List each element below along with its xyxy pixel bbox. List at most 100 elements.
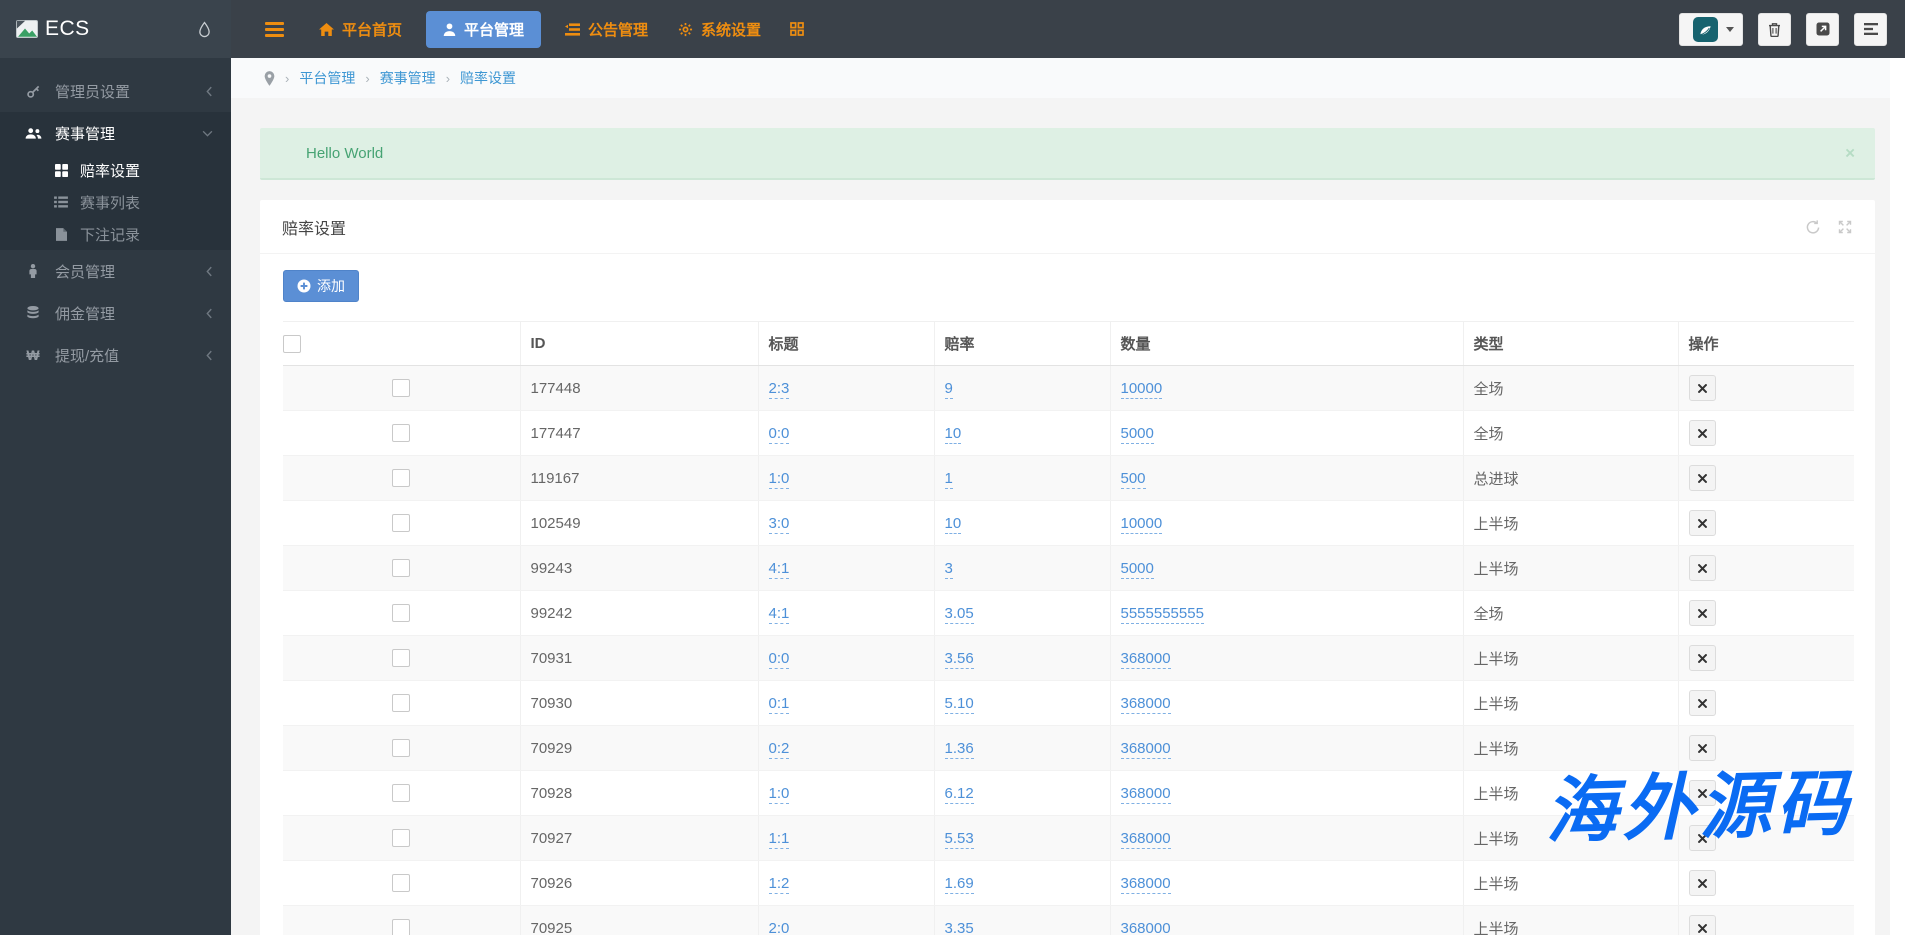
grid-apps-icon[interactable] bbox=[776, 22, 818, 36]
delete-button[interactable] bbox=[1688, 645, 1716, 671]
delete-button[interactable] bbox=[1688, 555, 1716, 581]
sidebar-subitem-match-list[interactable]: 赛事列表 bbox=[0, 186, 231, 218]
sidebar-item-label: 管理员设置 bbox=[55, 83, 131, 101]
delete-button[interactable] bbox=[1688, 780, 1716, 806]
browser-logo-icon bbox=[1692, 16, 1718, 42]
delete-button[interactable] bbox=[1688, 870, 1716, 896]
delete-button[interactable] bbox=[1688, 510, 1716, 536]
delete-button[interactable] bbox=[1688, 420, 1716, 446]
odds-editable-link[interactable]: 5.53 bbox=[944, 829, 974, 849]
odds-editable-link[interactable]: 6.12 bbox=[944, 784, 974, 804]
odds-editable-link[interactable]: 10 bbox=[944, 424, 962, 444]
title-editable-link[interactable]: 0:0 bbox=[768, 649, 790, 669]
delete-button[interactable] bbox=[1688, 465, 1716, 491]
row-checkbox[interactable] bbox=[392, 874, 411, 893]
expand-icon[interactable] bbox=[1837, 219, 1853, 235]
tab-announcement-management[interactable]: 公告管理 bbox=[550, 0, 663, 58]
breadcrumb-link-platform-management[interactable]: 平台管理 bbox=[299, 68, 355, 88]
delete-button[interactable] bbox=[1688, 690, 1716, 716]
title-editable-link[interactable]: 1:1 bbox=[768, 829, 790, 849]
sidebar-item-match-management[interactable]: 赛事管理 bbox=[0, 112, 231, 154]
row-checkbox[interactable] bbox=[392, 469, 411, 488]
delete-button[interactable] bbox=[1688, 915, 1716, 935]
row-checkbox[interactable] bbox=[392, 919, 411, 935]
tab-system-settings[interactable]: 系统设置 bbox=[663, 0, 776, 58]
quantity-editable-link[interactable]: 10000 bbox=[1120, 379, 1163, 399]
title-editable-link[interactable]: 4:1 bbox=[768, 604, 790, 624]
sidebar-subitem-odds-settings[interactable]: 赔率设置 bbox=[0, 154, 231, 186]
title-editable-link[interactable]: 0:0 bbox=[768, 424, 790, 444]
quantity-editable-link[interactable]: 368000 bbox=[1120, 739, 1171, 759]
tab-platform-home[interactable]: 平台首页 bbox=[304, 0, 417, 58]
sidebar-item-withdraw-deposit[interactable]: ₩ 提现/充值 bbox=[0, 334, 231, 376]
page-scrollbar[interactable] bbox=[1890, 58, 1905, 935]
sidebar-subitem-bet-records[interactable]: 下注记录 bbox=[0, 218, 231, 250]
external-link-button[interactable] bbox=[1806, 12, 1839, 46]
sidebar-item-commission-management[interactable]: 佣金管理 bbox=[0, 292, 231, 334]
title-editable-link[interactable]: 0:1 bbox=[768, 694, 790, 714]
trash-button[interactable] bbox=[1758, 12, 1791, 46]
quantity-editable-link[interactable]: 10000 bbox=[1120, 514, 1163, 534]
row-checkbox[interactable] bbox=[392, 649, 411, 668]
title-editable-link[interactable]: 3:0 bbox=[768, 514, 790, 534]
delete-button[interactable] bbox=[1688, 825, 1716, 851]
quantity-editable-link[interactable]: 368000 bbox=[1120, 874, 1171, 894]
title-editable-link[interactable]: 1:0 bbox=[768, 469, 790, 489]
quantity-editable-link[interactable]: 368000 bbox=[1120, 919, 1171, 935]
browser-profile-dropdown-button[interactable] bbox=[1679, 12, 1743, 46]
table-row: 70926 1:2 1.69 368000 上半场 bbox=[283, 860, 1854, 906]
row-checkbox[interactable] bbox=[392, 829, 411, 848]
odds-editable-link[interactable]: 1 bbox=[944, 469, 953, 489]
row-checkbox[interactable] bbox=[392, 604, 411, 623]
odds-editable-link[interactable]: 3.35 bbox=[944, 919, 974, 935]
quantity-editable-link[interactable]: 5555555555 bbox=[1120, 604, 1204, 624]
tab-platform-management[interactable]: 平台管理 bbox=[426, 10, 542, 48]
sidebar-item-admin-settings[interactable]: 管理员设置 bbox=[0, 70, 231, 112]
quantity-editable-link[interactable]: 368000 bbox=[1120, 784, 1171, 804]
odds-editable-link[interactable]: 1.36 bbox=[944, 739, 974, 759]
water-drop-icon[interactable] bbox=[198, 20, 211, 38]
sidebar-menu: 管理员设置 赛事管理 赔率设置 赛事列表 下注记录 会员管理 佣金管理 ₩ 提现… bbox=[0, 58, 231, 376]
quantity-editable-link[interactable]: 368000 bbox=[1120, 649, 1171, 669]
breadcrumb-link-odds-settings[interactable]: 赔率设置 bbox=[460, 68, 516, 88]
row-checkbox[interactable] bbox=[392, 784, 411, 803]
select-all-checkbox[interactable] bbox=[283, 334, 301, 353]
title-editable-link[interactable]: 1:0 bbox=[768, 784, 790, 804]
delete-button[interactable] bbox=[1688, 735, 1716, 761]
title-editable-link[interactable]: 0:2 bbox=[768, 739, 790, 759]
quantity-editable-link[interactable]: 500 bbox=[1120, 469, 1146, 489]
title-editable-link[interactable]: 2:0 bbox=[768, 919, 790, 935]
row-checkbox[interactable] bbox=[392, 424, 411, 443]
odds-editable-link[interactable]: 3.05 bbox=[944, 604, 974, 624]
delete-button[interactable] bbox=[1688, 600, 1716, 626]
odds-editable-link[interactable]: 3.56 bbox=[944, 649, 974, 669]
title-editable-link[interactable]: 1:2 bbox=[768, 874, 790, 894]
quantity-editable-link[interactable]: 368000 bbox=[1120, 829, 1171, 849]
breadcrumb-link-match-management[interactable]: 赛事管理 bbox=[380, 68, 436, 88]
delete-button[interactable] bbox=[1688, 375, 1716, 401]
add-button[interactable]: 添加 bbox=[283, 270, 359, 302]
cell-type: 上半场 bbox=[1463, 815, 1679, 861]
quantity-editable-link[interactable]: 5000 bbox=[1120, 559, 1154, 579]
odds-editable-link[interactable]: 1.69 bbox=[944, 874, 974, 894]
alert-close-icon[interactable]: × bbox=[1845, 145, 1855, 162]
odds-editable-link[interactable]: 5.10 bbox=[944, 694, 974, 714]
user-icon bbox=[443, 22, 456, 36]
row-checkbox[interactable] bbox=[392, 694, 411, 713]
sidebar-item-member-management[interactable]: 会员管理 bbox=[0, 250, 231, 292]
row-checkbox[interactable] bbox=[392, 559, 411, 578]
quantity-editable-link[interactable]: 368000 bbox=[1120, 694, 1171, 714]
quantity-editable-link[interactable]: 5000 bbox=[1120, 424, 1154, 444]
odds-editable-link[interactable]: 9 bbox=[944, 379, 953, 399]
odds-editable-link[interactable]: 10 bbox=[944, 514, 962, 534]
row-checkbox[interactable] bbox=[392, 379, 411, 398]
refresh-icon[interactable] bbox=[1805, 219, 1821, 235]
hamburger-menu-icon[interactable] bbox=[265, 19, 284, 40]
row-checkbox[interactable] bbox=[392, 514, 411, 533]
odds-editable-link[interactable]: 3 bbox=[944, 559, 953, 579]
title-editable-link[interactable]: 4:1 bbox=[768, 559, 790, 579]
menu-list-button[interactable] bbox=[1854, 12, 1887, 46]
row-checkbox[interactable] bbox=[392, 739, 411, 758]
cell-id: 99243 bbox=[520, 545, 759, 591]
title-editable-link[interactable]: 2:3 bbox=[768, 379, 790, 399]
